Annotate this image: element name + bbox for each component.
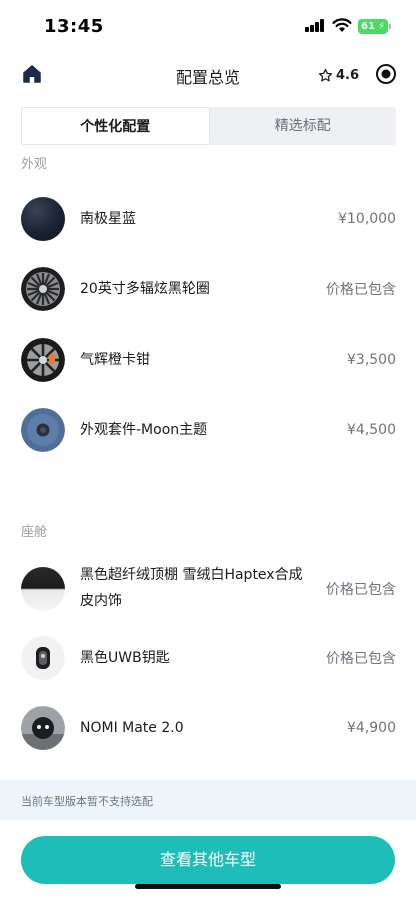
- wifi-icon: [332, 18, 352, 32]
- battery-icon: 61 ⚡: [358, 19, 391, 34]
- item-name: 气辉橙卡钳: [80, 352, 150, 368]
- item-price: 价格已包含: [326, 651, 396, 667]
- wheel-icon: [21, 267, 65, 311]
- tab-bar: 个性化配置 精选标配: [21, 107, 396, 145]
- item-name: 20英寸多辐炫黑轮圈: [80, 281, 210, 297]
- target-icon[interactable]: [375, 63, 397, 85]
- item-price: 价格已包含: [326, 582, 396, 598]
- nav-bar: 配置总览 4.6: [0, 52, 416, 98]
- list-item-nomi[interactable]: NOMI Mate 2.0 ¥4,900: [21, 706, 396, 750]
- item-name: 外观套件-Moon主题: [80, 422, 208, 438]
- status-bar: 13:45 61 ⚡: [0, 0, 416, 52]
- section-label-exterior: 外观: [21, 157, 48, 172]
- item-name: NOMI Mate 2.0: [80, 720, 184, 736]
- rating-value: 4.6: [336, 67, 360, 83]
- tab-personalized-config[interactable]: 个性化配置: [21, 107, 210, 145]
- item-price: ¥4,900: [347, 720, 396, 736]
- key-icon: [21, 636, 65, 680]
- list-item-caliper[interactable]: 气辉橙卡钳 ¥3,500: [21, 338, 396, 382]
- star-icon: [318, 68, 333, 81]
- battery-level: 61: [361, 21, 375, 32]
- rating-button[interactable]: 4.6: [318, 63, 359, 87]
- list-item-wheel[interactable]: 20英寸多辐炫黑轮圈 价格已包含: [21, 267, 396, 311]
- list-item-moon-kit[interactable]: 外观套件-Moon主题 ¥4,500: [21, 408, 396, 452]
- home-indicator: [135, 884, 281, 889]
- item-name: 南极星蓝: [80, 211, 136, 227]
- item-name-line2: 皮内饰: [80, 593, 122, 609]
- list-item-key[interactable]: 黑色UWB钥匙 价格已包含: [21, 636, 396, 680]
- item-name: 黑色超纤绒顶棚 雪绒白Haptex合成 皮内饰: [80, 562, 326, 614]
- item-price: ¥4,500: [347, 422, 396, 438]
- black-white-swatch-icon: [21, 567, 65, 611]
- section-label-cabin: 座舱: [21, 525, 48, 540]
- cellular-signal-icon: [305, 19, 325, 32]
- item-price: 价格已包含: [326, 282, 396, 298]
- charging-icon: ⚡: [377, 21, 385, 32]
- item-price: ¥10,000: [338, 211, 396, 227]
- tab-selected-standard[interactable]: 精选标配: [210, 107, 397, 145]
- item-price: ¥3,500: [347, 352, 396, 368]
- dark-blue-swatch-icon: [21, 197, 65, 241]
- item-name: 黑色UWB钥匙: [80, 650, 170, 666]
- notice-text: 当前车型版本暂不支持选配: [21, 795, 153, 808]
- list-item-paint[interactable]: 南极星蓝 ¥10,000: [21, 197, 396, 241]
- notice-banner: 当前车型版本暂不支持选配: [0, 780, 416, 820]
- view-other-models-button[interactable]: 查看其他车型: [21, 836, 395, 884]
- item-name-line1: 黑色超纤绒顶棚 雪绒白Haptex合成: [80, 567, 303, 583]
- moon-theme-icon: [21, 408, 65, 452]
- list-item-interior[interactable]: 黑色超纤绒顶棚 雪绒白Haptex合成 皮内饰 价格已包含: [21, 564, 396, 614]
- nomi-icon: [21, 706, 65, 750]
- wheel-orange-caliper-icon: [21, 338, 65, 382]
- status-time: 13:45: [44, 16, 104, 37]
